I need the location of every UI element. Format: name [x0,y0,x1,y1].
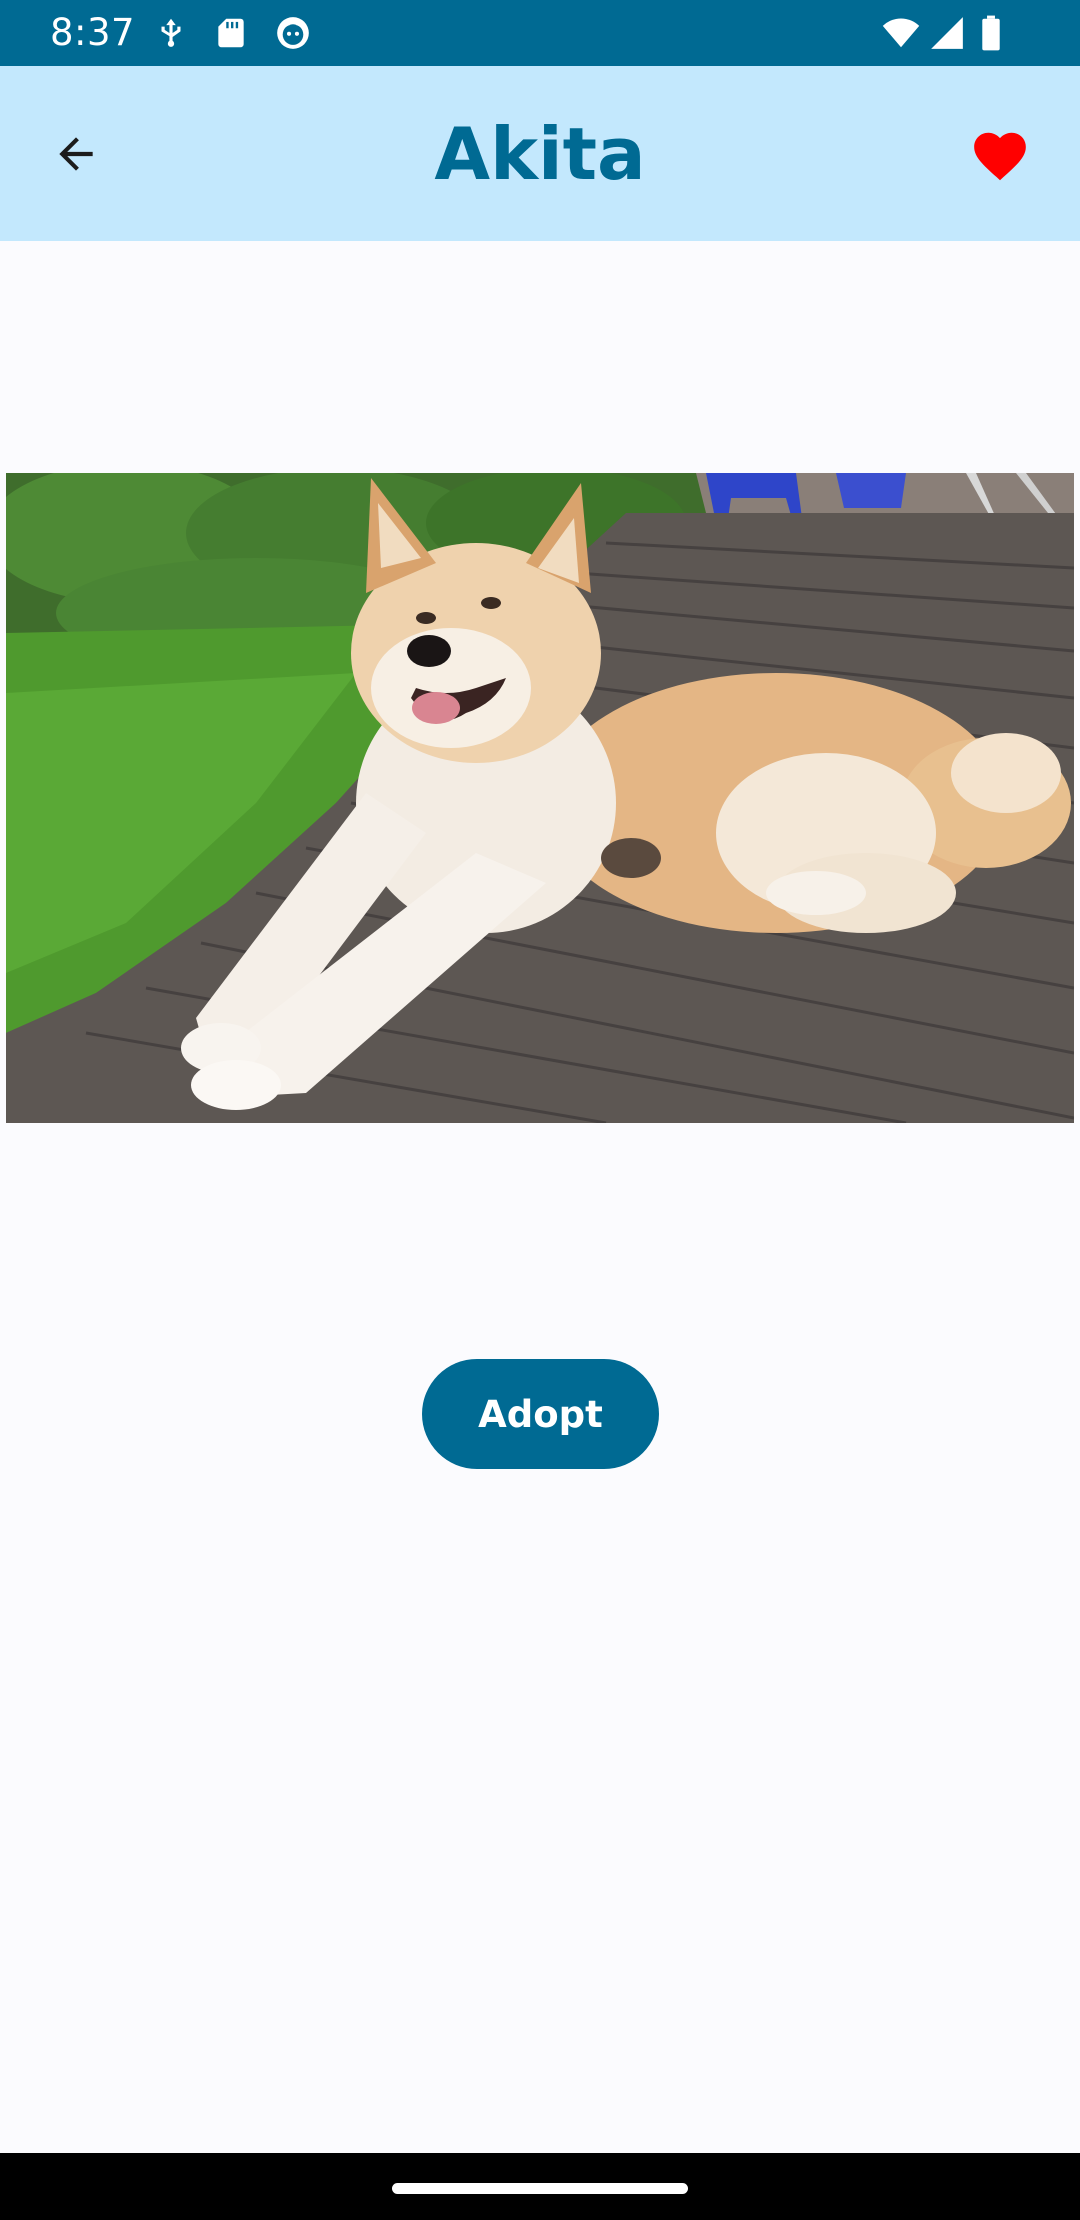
favorite-button[interactable] [960,116,1040,196]
navigation-bar [0,2153,1080,2220]
usb-debug-icon [152,14,190,52]
cell-signal-icon [928,14,966,52]
battery-icon [976,14,1006,52]
cat-face-icon [274,14,312,52]
heart-icon [974,132,1026,181]
status-time: 8:37 [50,11,136,54]
adopt-button[interactable]: Adopt [422,1359,659,1469]
wifi-icon [880,14,922,52]
page-title: Akita [434,112,646,196]
home-indicator[interactable] [392,2183,688,2194]
app-bar: Akita [0,66,1080,241]
dog-photo [6,473,1074,1123]
status-bar: 8:37 [0,0,1080,66]
sd-card-icon [212,14,250,52]
